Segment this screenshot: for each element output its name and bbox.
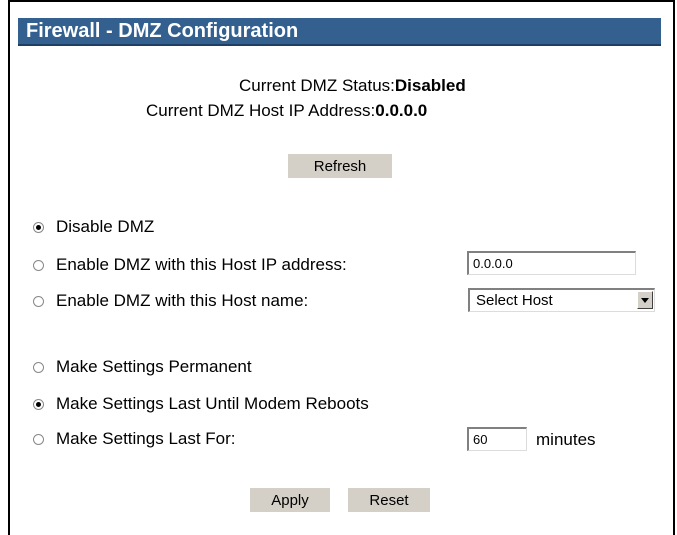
minutes-unit-label: minutes: [536, 430, 596, 449]
dmz-status-value: Disabled: [394, 76, 466, 95]
radio-enable-dmz-hostname-indicator[interactable]: [33, 295, 44, 307]
host-ip-value: 0.0.0.0: [375, 101, 428, 120]
host-ip-label: Current DMZ Host IP Address:: [146, 101, 376, 120]
radio-settings-until-reboot-indicator[interactable]: [33, 398, 44, 410]
host-select[interactable]: Select Host: [468, 288, 655, 312]
radio-settings-permanent-indicator[interactable]: [33, 361, 44, 373]
radio-enable-dmz-ip[interactable]: Enable DMZ with this Host IP address:: [33, 254, 347, 276]
radio-enable-dmz-ip-indicator[interactable]: [33, 259, 44, 271]
page-title: Firewall - DMZ Configuration: [26, 20, 299, 42]
radio-settings-until-reboot-label: Make Settings Last Until Modem Reboots: [56, 394, 369, 413]
minutes-input[interactable]: 60: [467, 427, 527, 451]
radio-settings-last-for[interactable]: Make Settings Last For:: [33, 428, 236, 450]
radio-disable-dmz-label: Disable DMZ: [56, 217, 155, 236]
radio-enable-dmz-hostname[interactable]: Enable DMZ with this Host name:: [33, 290, 308, 312]
host-ip-status-line: Current DMZ Host IP Address:0.0.0.0: [146, 101, 427, 121]
dmz-status-label: Current DMZ Status:: [239, 76, 395, 95]
host-select-value: Select Host: [476, 292, 553, 309]
radio-enable-dmz-hostname-label: Enable DMZ with this Host name:: [56, 291, 309, 310]
refresh-button[interactable]: Refresh: [288, 154, 392, 178]
radio-disable-dmz-indicator[interactable]: [33, 221, 44, 233]
radio-settings-permanent-label: Make Settings Permanent: [56, 357, 252, 376]
host-ip-input[interactable]: 0.0.0.0: [467, 251, 636, 275]
chevron-down-icon[interactable]: [637, 291, 653, 309]
title-bar: Firewall - DMZ Configuration: [18, 18, 661, 46]
apply-button[interactable]: Apply: [250, 488, 330, 512]
radio-enable-dmz-ip-label: Enable DMZ with this Host IP address:: [56, 255, 347, 274]
radio-settings-permanent[interactable]: Make Settings Permanent: [33, 356, 252, 378]
radio-disable-dmz[interactable]: Disable DMZ: [33, 216, 154, 238]
reset-button[interactable]: Reset: [348, 488, 430, 512]
radio-settings-until-reboot[interactable]: Make Settings Last Until Modem Reboots: [33, 393, 369, 415]
radio-settings-last-for-indicator[interactable]: [33, 433, 44, 445]
radio-settings-last-for-label: Make Settings Last For:: [56, 429, 236, 448]
dmz-status-line: Current DMZ Status:Disabled: [239, 76, 466, 96]
